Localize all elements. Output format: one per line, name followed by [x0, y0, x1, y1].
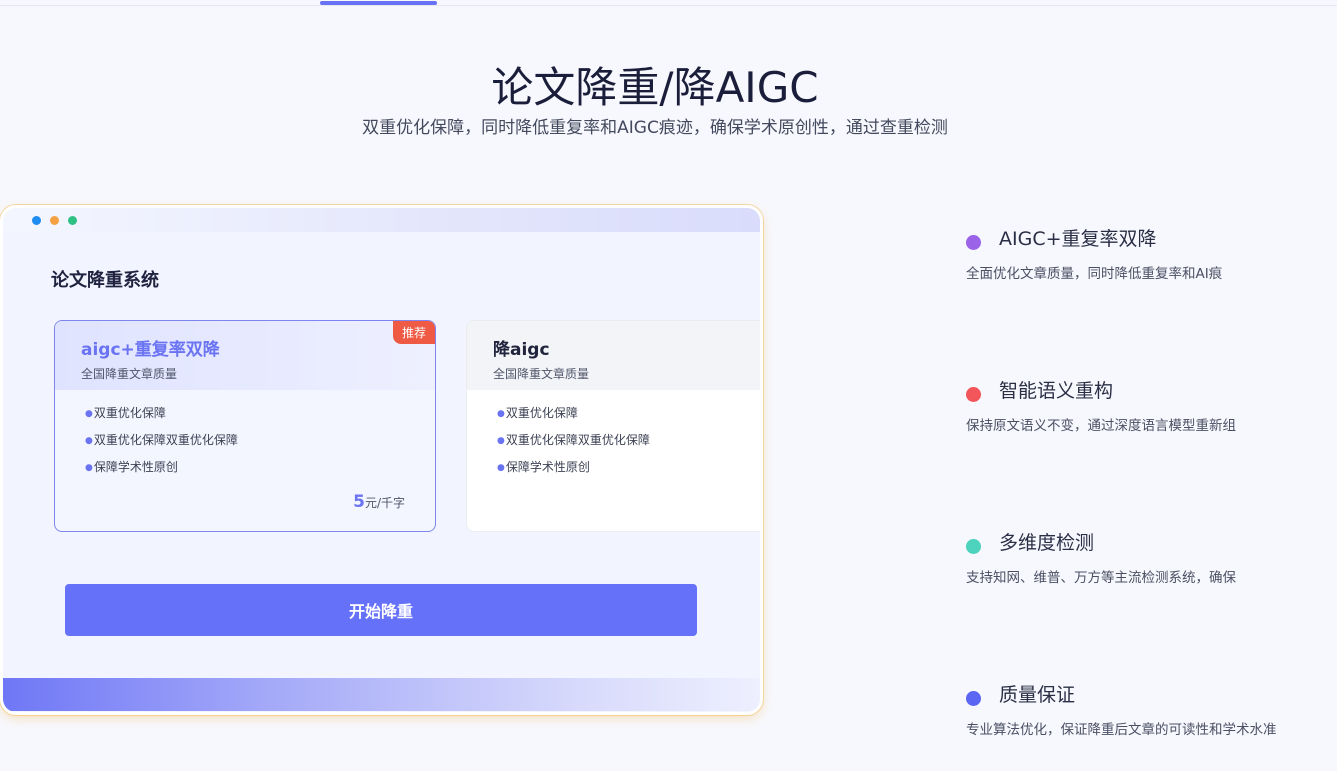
bullet-icon: ●: [85, 436, 93, 446]
window-dot-blue-icon: [32, 216, 41, 225]
window-bottom-band: [3, 678, 760, 711]
plan-card-aigc[interactable]: 降aigc 全国降重文章质量 ●双重优化保障 ●双重优化保障双重优化保障 ●保障…: [466, 320, 760, 532]
price-unit: 元/千字: [364, 496, 405, 510]
teal-dot-icon: [966, 539, 981, 554]
plan-feature-list: ●双重优化保障 ●双重优化保障双重优化保障 ●保障学术性原创: [85, 405, 238, 486]
plan-feature-list: ●双重优化保障 ●双重优化保障双重优化保障 ●保障学术性原创: [497, 405, 650, 486]
feature-title: AIGC+重复率双降: [999, 228, 1157, 250]
feature-description: 全面优化文章质量，同时降低重复率和AI痕: [966, 266, 1223, 282]
plan-feature-item: ●双重优化保障双重优化保障: [497, 433, 650, 447]
purple-dot-icon: [966, 235, 981, 250]
feature-description: 保持原文语义不变，通过深度语言模型重新组: [966, 418, 1236, 434]
plan-feature-item: ●双重优化保障: [497, 406, 578, 420]
plan-feature-item: ●保障学术性原创: [85, 460, 178, 474]
feature-title: 智能语义重构: [999, 380, 1114, 402]
feature-title: 质量保证: [999, 684, 1076, 706]
window-dot-green-icon: [68, 216, 77, 225]
bullet-icon: ●: [497, 436, 505, 446]
window-title-bar: [3, 208, 760, 232]
feature-title: 多维度检测: [999, 532, 1095, 554]
system-mockup-window: 论文降重系统 aigc+重复率双降 全国降重文章质量 推荐 ●双重优化保障 ●双…: [0, 205, 763, 715]
window-dot-orange-icon: [50, 216, 59, 225]
plan-feature-item: ●双重优化保障: [85, 406, 166, 420]
plan-name: aigc+重复率双降: [81, 340, 220, 360]
plan-card-header: 降aigc 全国降重文章质量: [467, 321, 760, 390]
price-value: 5: [353, 492, 365, 512]
bullet-icon: ●: [85, 409, 93, 419]
recommended-badge: 推荐: [392, 321, 435, 344]
page-title: 论文降重/降AIGC: [491, 63, 819, 112]
plan-name: 降aigc: [493, 340, 550, 360]
feature-description: 专业算法优化，保证降重后文章的可读性和学术水准: [966, 722, 1277, 738]
red-dot-icon: [966, 387, 981, 402]
bullet-icon: ●: [497, 409, 505, 419]
plan-feature-item: ●双重优化保障双重优化保障: [85, 433, 238, 447]
feature-description: 支持知网、维普、万方等主流检测系统，确保: [966, 570, 1236, 586]
top-divider: [0, 5, 1337, 6]
active-tab-indicator: [320, 1, 437, 5]
plan-card-aigc-duplicate[interactable]: aigc+重复率双降 全国降重文章质量 推荐 ●双重优化保障 ●双重优化保障双重…: [54, 320, 436, 532]
plan-description: 全国降重文章质量: [81, 367, 178, 381]
bullet-icon: ●: [497, 463, 505, 473]
plan-price: 5元/千字: [353, 492, 405, 512]
plan-card-header: aigc+重复率双降 全国降重文章质量 推荐: [55, 321, 435, 390]
plan-description: 全国降重文章质量: [493, 367, 590, 381]
bullet-icon: ●: [85, 463, 93, 473]
page-subtitle: 双重优化保障，同时降低重复率和AIGC痕迹，确保学术原创性，通过查重检测: [362, 118, 948, 138]
blue-dot-icon: [966, 691, 981, 706]
start-rewrite-button[interactable]: 开始降重: [65, 584, 697, 636]
system-title: 论文降重系统: [51, 270, 159, 291]
plan-feature-item: ●保障学术性原创: [497, 460, 590, 474]
